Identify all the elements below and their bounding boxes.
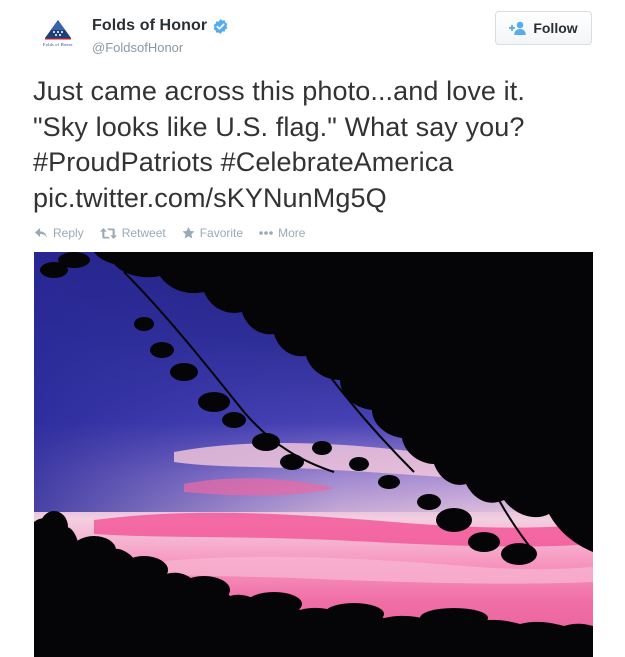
- tweet-line: "Sky looks like U.S. flag." What say you…: [33, 111, 525, 142]
- tweet-line: Just came across this photo...and love i…: [33, 76, 525, 106]
- retweet-label: Retweet: [121, 226, 166, 240]
- folds-of-honor-logo: Folds of Honor: [43, 20, 73, 47]
- follow-button[interactable]: Follow: [495, 11, 592, 45]
- logo-text: Folds of Honor: [43, 42, 73, 47]
- more-action[interactable]: More: [259, 226, 305, 240]
- tweet-photo-link[interactable]: pic.twitter.com/sKYNunMg5Q: [33, 181, 593, 217]
- verified-badge-icon: [213, 18, 228, 34]
- favorite-label: Favorite: [199, 226, 244, 240]
- retweet-action[interactable]: Retweet: [99, 226, 166, 240]
- display-name[interactable]: Folds of Honor: [92, 17, 207, 35]
- retweet-icon: [99, 227, 117, 239]
- name-row: Folds of Honor: [92, 17, 229, 35]
- avatar[interactable]: Folds of Honor: [34, 14, 82, 48]
- more-label: More: [278, 226, 306, 240]
- user-handle[interactable]: @FoldsofHonor: [92, 40, 183, 55]
- tweet-line[interactable]: #ProudPatriots #CelebrateAmerica: [33, 145, 593, 181]
- favorite-action[interactable]: Favorite: [182, 226, 243, 240]
- reply-label: Reply: [53, 226, 84, 240]
- sunset-photo: [34, 252, 593, 657]
- tweet-photo[interactable]: [34, 252, 593, 657]
- reply-icon: [35, 228, 47, 238]
- tweet-actions: Reply Retweet Favorite More: [34, 226, 321, 240]
- reply-action[interactable]: Reply: [34, 226, 84, 240]
- add-user-icon: [509, 21, 527, 35]
- star-icon: [182, 227, 195, 239]
- tweet-text: Just came across this photo...and love i…: [33, 74, 593, 216]
- follow-button-label: Follow: [533, 20, 578, 36]
- more-icon: [259, 231, 273, 235]
